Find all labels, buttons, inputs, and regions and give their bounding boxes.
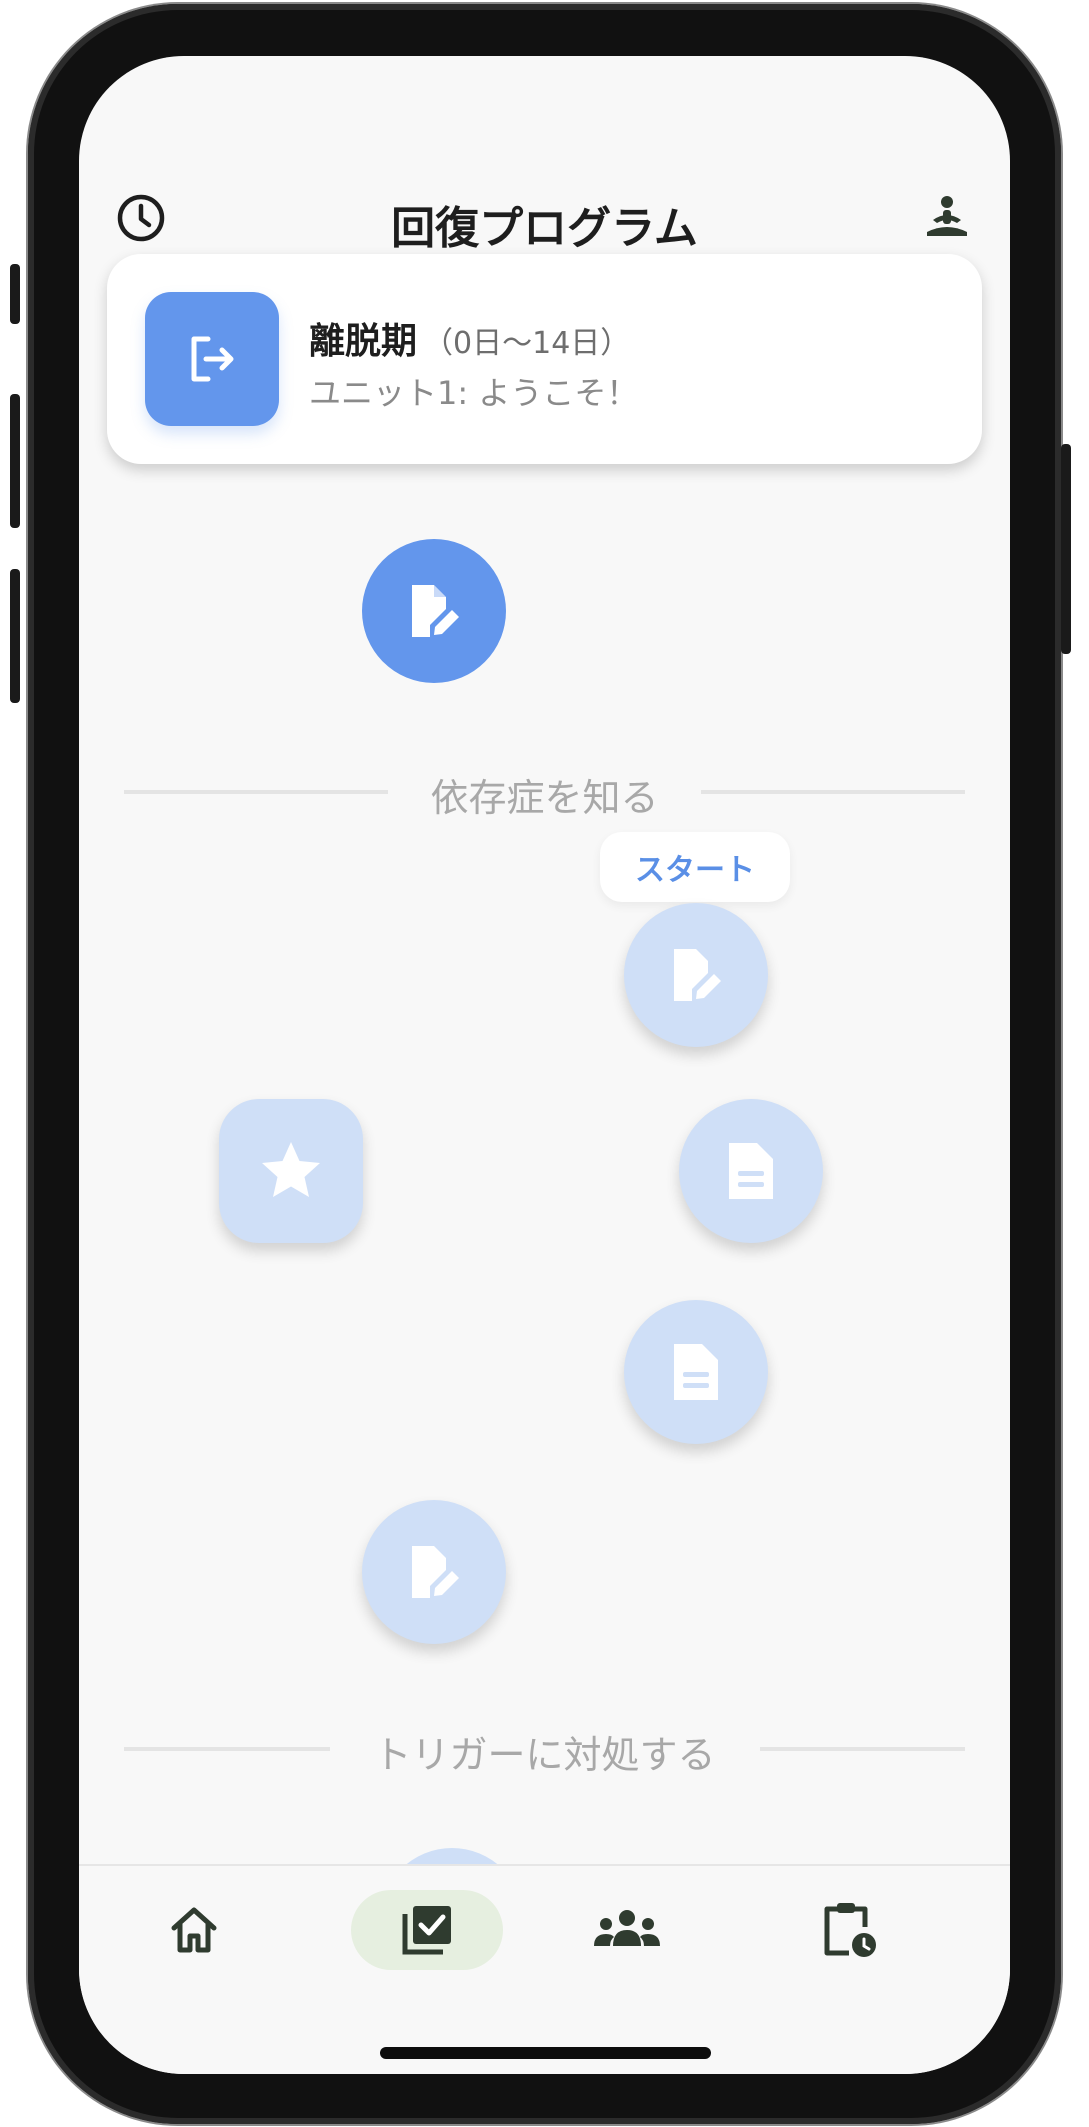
start-tooltip[interactable]: スタート (600, 832, 790, 902)
edit-document-icon (674, 949, 721, 1001)
phase-name: 離脱期 (309, 321, 418, 362)
unit-label: ユニット1: ようこそ！ (309, 374, 639, 412)
bottom-nav (79, 1864, 1010, 2074)
nav-home[interactable] (149, 1890, 239, 1970)
nav-community[interactable] (582, 1890, 672, 1970)
lesson-node[interactable] (624, 903, 768, 1047)
phone-side-button (1061, 444, 1071, 654)
phase-title: 離脱期 （0日〜14日） (309, 312, 630, 364)
phone-side-button (10, 569, 20, 703)
group-icon (594, 1910, 660, 1946)
document-icon (674, 1344, 718, 1400)
phone-side-button (10, 264, 20, 324)
lesson-node-active[interactable] (362, 539, 506, 683)
home-icon (171, 1907, 217, 1953)
document-icon (729, 1143, 773, 1199)
phase-card[interactable]: 離脱期 （0日〜14日） ユニット1: ようこそ！ (107, 254, 982, 464)
home-indicator[interactable] (380, 2047, 711, 2059)
app-screen: 回復プログラム 離脱期 （0日〜14日） ユニット1: ようこそ！ 依存症を知る… (79, 56, 1010, 2074)
nav-log[interactable] (804, 1890, 894, 1970)
phase-range: （0日〜14日） (423, 326, 631, 361)
exit-icon (145, 292, 279, 426)
lesson-node[interactable] (362, 1500, 506, 1644)
section-divider: トリガーに対処する (124, 1718, 965, 1778)
edit-document-icon (412, 1546, 459, 1598)
section-divider: 依存症を知る (124, 761, 965, 821)
page-title: 回復プログラム (391, 203, 698, 254)
checklist-icon (402, 1906, 451, 1955)
star-icon (262, 1142, 320, 1197)
section-title: 依存症を知る (430, 776, 659, 820)
edit-document-icon (412, 585, 459, 637)
meditation-icon[interactable] (915, 186, 979, 250)
section-title: トリガーに対処する (373, 1733, 716, 1777)
nav-program[interactable] (351, 1890, 503, 1970)
lesson-node[interactable] (219, 1099, 363, 1243)
lesson-node[interactable] (624, 1300, 768, 1444)
phone-side-button (10, 394, 20, 528)
lesson-node[interactable] (679, 1099, 823, 1243)
clipboard-clock-icon (824, 1903, 876, 1957)
app-header: 回復プログラム (79, 174, 1010, 262)
